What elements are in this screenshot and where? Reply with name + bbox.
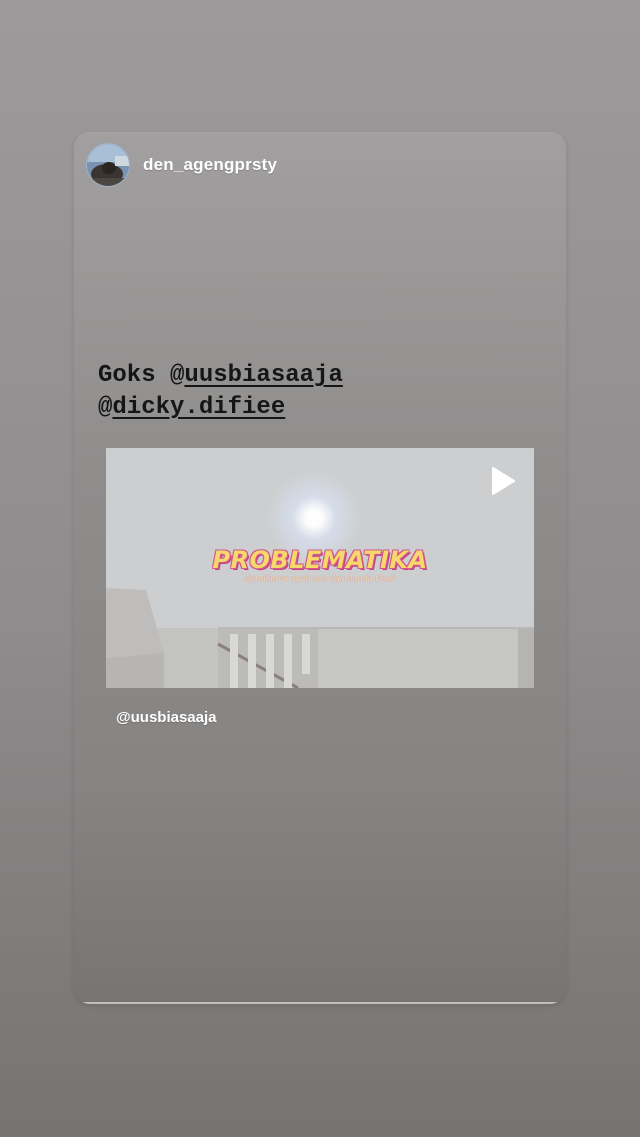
caption-line-2: @dicky.difiee: [98, 392, 538, 424]
mention-dicky-difiee[interactable]: dicky.difiee: [112, 394, 285, 421]
card-bottom-divider: [74, 1002, 566, 1004]
video-subtitle: //problema ayah uus dan bunda tika//: [244, 574, 396, 583]
play-icon[interactable]: [490, 466, 516, 496]
story-card[interactable]: den_agengprsty Goks @uusbiasaaja @dicky.…: [74, 132, 566, 1004]
video-credit[interactable]: @uusbiasaaja: [116, 709, 217, 726]
shared-video[interactable]: PROBLEMATIKA //problema ayah uus dan bun…: [106, 448, 534, 688]
video-title: PROBLEMATIKA: [212, 546, 428, 574]
caption-at-sign: @: [98, 394, 113, 421]
avatar[interactable]: [86, 143, 130, 187]
caption-line-1: Goks @uusbiasaaja: [98, 360, 538, 392]
caption-prefix: Goks @: [98, 362, 185, 389]
story-header: den_agengprsty: [86, 143, 277, 187]
mention-uusbiasaaja[interactable]: uusbiasaaja: [184, 362, 342, 389]
caption-text: Goks @uusbiasaaja @dicky.difiee: [98, 360, 538, 424]
avatar-image: [87, 144, 129, 186]
username[interactable]: den_agengprsty: [143, 155, 277, 175]
